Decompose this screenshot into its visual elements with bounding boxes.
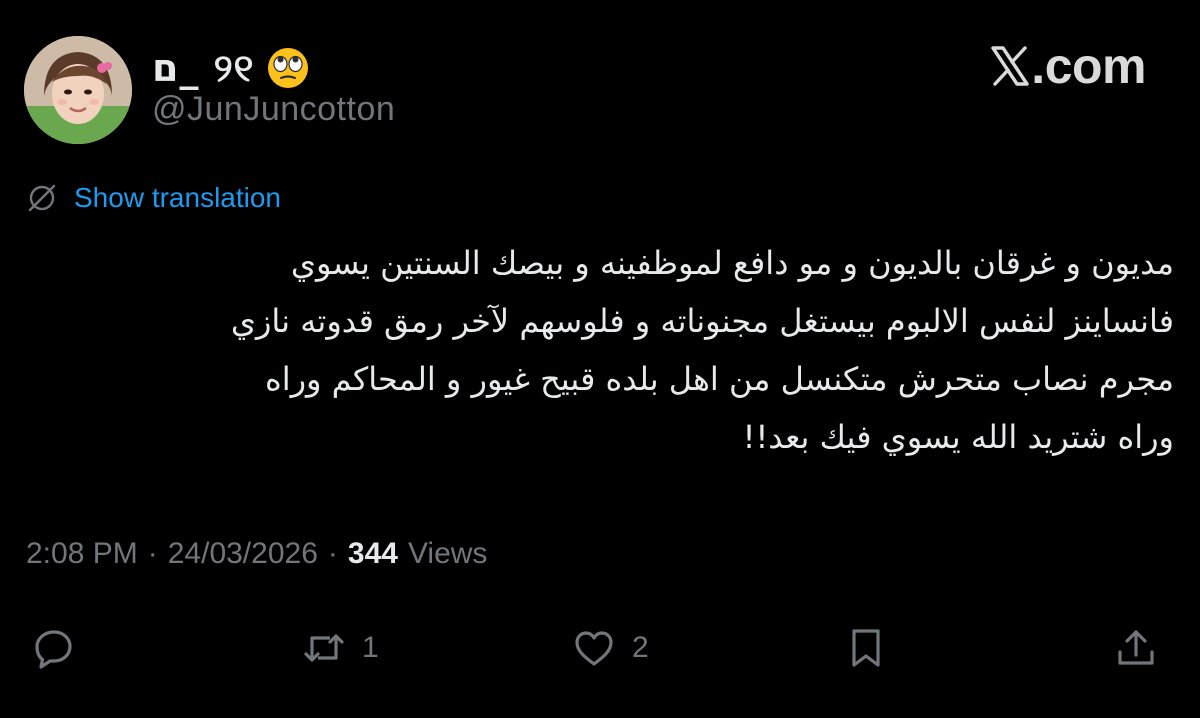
- author-display-name[interactable]: ם_ ୨୧: [152, 44, 254, 92]
- show-translation-link[interactable]: Show translation: [74, 178, 281, 218]
- x-logo-icon: [991, 46, 1029, 86]
- brand-text: .com: [1031, 38, 1146, 94]
- tweet-date[interactable]: 24/03/2026: [168, 537, 318, 571]
- tweet-time[interactable]: 2:08 PM: [26, 537, 138, 571]
- views-count[interactable]: 344: [348, 537, 398, 571]
- meta-separator: ·: [327, 537, 338, 570]
- globe-slash-icon: [26, 182, 58, 214]
- like-count: 2: [632, 631, 649, 664]
- views-label[interactable]: Views: [408, 537, 487, 571]
- like-button[interactable]: 2: [572, 618, 649, 678]
- tweet-text: مديون و غرقان بالديون و مو دافع لموظفينه…: [26, 234, 1174, 466]
- tweet-meta: 2:08 PM · 24/03/2026 · 344 Views: [26, 532, 487, 576]
- tweet-text-line: مديون و غرقان بالديون و مو دافع لموظفينه…: [290, 244, 1174, 282]
- brand-logo: .com: [991, 38, 1146, 94]
- bookmark-button[interactable]: [844, 618, 888, 678]
- avatar-image: [24, 36, 132, 144]
- bookmark-icon: [844, 626, 888, 670]
- retweet-button[interactable]: 1: [302, 618, 379, 678]
- author-name-row: ם_ ୨୧: [152, 44, 310, 92]
- author-handle[interactable]: @JunJuncotton: [152, 88, 395, 130]
- tweet-actions: 1 2: [26, 618, 1174, 678]
- share-button[interactable]: [1114, 618, 1158, 678]
- retweet-icon: [302, 626, 346, 670]
- translation-row: Show translation: [26, 178, 281, 218]
- tweet-text-line: فانساينز لنفس الالبوم بيستغل مجنوناته و …: [230, 302, 1174, 340]
- reply-button[interactable]: [32, 618, 92, 678]
- tweet-text-line: وراه شتريد الله يسوي فيك بعد!!: [742, 418, 1174, 456]
- avatar[interactable]: [24, 36, 132, 144]
- tweet-text-line: مجرم نصاب متحرش متكنسل من اهل بلده قبيح …: [264, 360, 1174, 398]
- retweet-count: 1: [362, 631, 379, 664]
- heart-icon: [572, 626, 616, 670]
- reply-icon: [32, 626, 76, 670]
- share-icon: [1114, 626, 1158, 670]
- face-rolling-eyes-icon: [266, 46, 310, 90]
- meta-separator: ·: [147, 537, 158, 570]
